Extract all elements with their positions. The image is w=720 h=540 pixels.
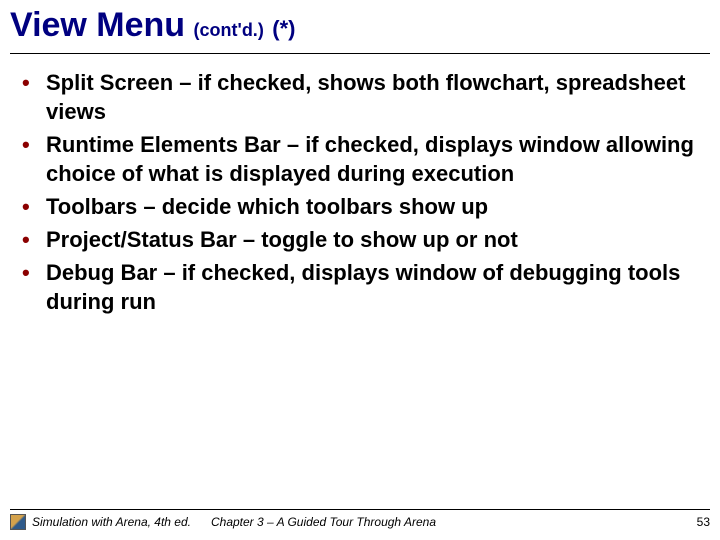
- slide-body: Split Screen – if checked, shows both fl…: [0, 54, 720, 316]
- slide-title-sub: (cont'd.): [194, 20, 264, 40]
- footer-row: Simulation with Arena, 4th ed. Chapter 3…: [10, 514, 710, 530]
- slide: View Menu (cont'd.) (*) Split Screen – i…: [0, 0, 720, 540]
- list-item: Runtime Elements Bar – if checked, displ…: [20, 130, 700, 188]
- footer-left-text: Simulation with Arena, 4th ed.: [32, 515, 191, 529]
- bullet-list: Split Screen – if checked, shows both fl…: [20, 68, 700, 316]
- list-item: Toolbars – decide which toolbars show up: [20, 192, 700, 221]
- slide-title-block: View Menu (cont'd.) (*): [0, 0, 720, 45]
- slide-title-asterisk: (*): [272, 16, 295, 41]
- list-item: Project/Status Bar – toggle to show up o…: [20, 225, 700, 254]
- book-icon: [10, 514, 26, 530]
- footer-center-text: Chapter 3 – A Guided Tour Through Arena: [211, 515, 697, 529]
- slide-title-main: View Menu: [10, 6, 185, 44]
- page-number: 53: [697, 515, 710, 529]
- slide-footer: Simulation with Arena, 4th ed. Chapter 3…: [0, 509, 720, 530]
- footer-divider: [10, 509, 710, 510]
- list-item: Debug Bar – if checked, displays window …: [20, 258, 700, 316]
- list-item: Split Screen – if checked, shows both fl…: [20, 68, 700, 126]
